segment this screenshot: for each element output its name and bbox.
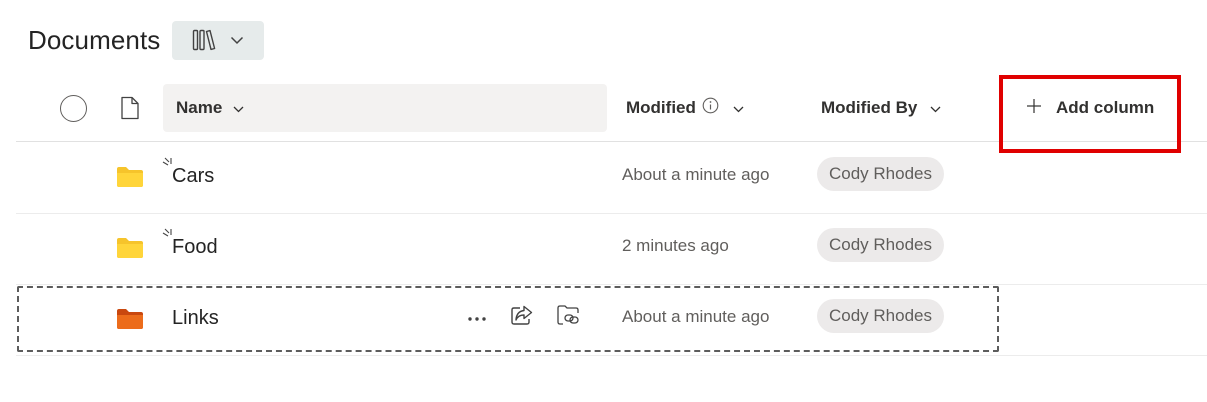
chevron-down-icon bbox=[733, 98, 744, 118]
column-header-row: Name Modified Modified By Add column bbox=[16, 84, 1207, 142]
modified-column-header[interactable]: Modified bbox=[626, 84, 744, 132]
modified-by-persona[interactable]: Cody Rhodes bbox=[817, 228, 945, 262]
folder-icon bbox=[116, 237, 144, 259]
name-header-label: Name bbox=[176, 98, 223, 117]
file-type-icon[interactable] bbox=[120, 96, 140, 125]
page-title: Documents bbox=[28, 24, 161, 55]
more-actions-icon[interactable] bbox=[466, 309, 488, 327]
copy-link-icon[interactable] bbox=[556, 303, 582, 332]
row-actions bbox=[466, 303, 582, 332]
chevron-down-icon bbox=[230, 36, 244, 45]
add-column-label: Add column bbox=[1056, 98, 1155, 117]
add-column-button[interactable]: Add column bbox=[1026, 84, 1154, 132]
chevron-down-icon bbox=[930, 98, 941, 118]
select-all-checkbox[interactable] bbox=[60, 95, 87, 122]
name-column-header[interactable]: Name bbox=[163, 84, 607, 132]
modified-header-label: Modified bbox=[626, 98, 696, 117]
title-bar: Documents bbox=[28, 20, 265, 60]
folder-icon bbox=[116, 308, 144, 330]
plus-icon bbox=[1026, 98, 1042, 119]
table-row[interactable]: Cars About a minute ago Cody Rhodes bbox=[16, 143, 1207, 214]
modified-by-column-header[interactable]: Modified By bbox=[821, 84, 941, 132]
info-icon[interactable] bbox=[702, 97, 719, 119]
modified-by-persona[interactable]: Cody Rhodes bbox=[817, 157, 945, 191]
modified-time: About a minute ago bbox=[622, 165, 770, 184]
share-icon[interactable] bbox=[510, 304, 534, 331]
chevron-down-icon bbox=[233, 98, 244, 118]
modified-time: About a minute ago bbox=[622, 307, 770, 326]
file-name-link[interactable]: Cars bbox=[172, 165, 214, 188]
modified-time: 2 minutes ago bbox=[622, 236, 729, 255]
file-name-link[interactable]: Food bbox=[172, 236, 218, 259]
library-icon bbox=[192, 29, 216, 51]
table-row[interactable]: Food 2 minutes ago Cody Rhodes bbox=[16, 214, 1207, 285]
file-name-link[interactable]: Links bbox=[172, 307, 219, 330]
table-row[interactable]: Links About a minute ago Cody Rhodes bbox=[16, 285, 1207, 356]
view-switcher-button[interactable] bbox=[172, 20, 265, 60]
modified-by-header-label: Modified By bbox=[821, 98, 918, 117]
modified-by-persona[interactable]: Cody Rhodes bbox=[817, 299, 945, 333]
folder-icon bbox=[116, 166, 144, 188]
